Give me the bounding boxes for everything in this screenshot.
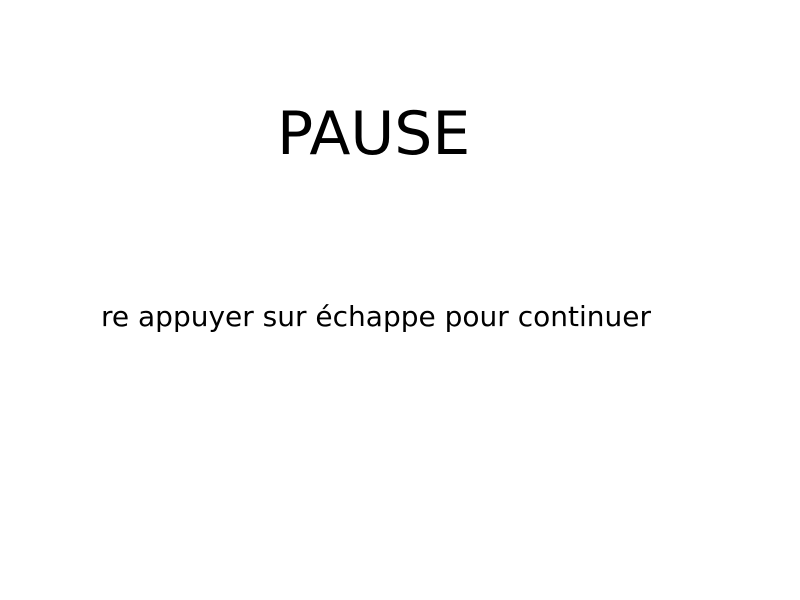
- pause-screen: PAUSE re appuyer sur échappe pour contin…: [0, 0, 800, 600]
- resume-hint: re appuyer sur échappe pour continuer: [101, 300, 651, 333]
- pause-title: PAUSE: [277, 99, 471, 169]
